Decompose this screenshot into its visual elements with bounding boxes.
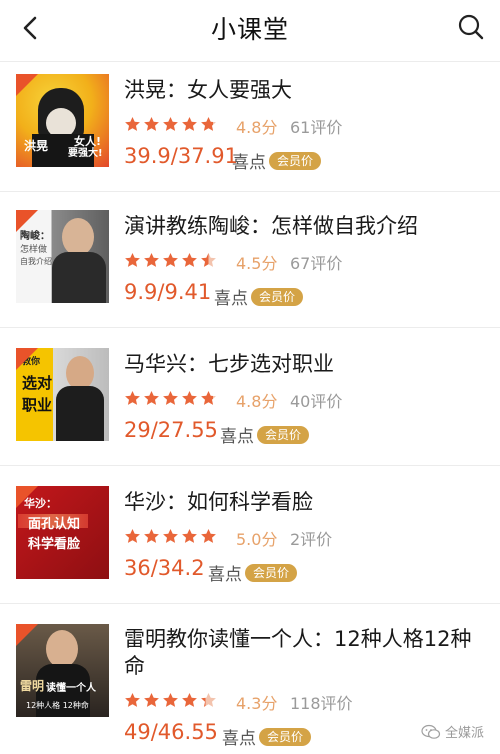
rating-stars [124, 528, 217, 545]
watermark-text: 全媒派 [444, 726, 484, 741]
currency-label: 喜点 [222, 729, 256, 749]
star-icon [182, 693, 197, 707]
course-cover: 教你 选对 职业 [16, 348, 109, 441]
price-tail: 喜点 会员价 [214, 284, 304, 309]
price-tail: 喜点 会员价 [222, 724, 312, 749]
vip-price-badge[interactable]: 会员价 [257, 425, 310, 444]
course-item[interactable]: 女人! 要强大! 洪晃 洪晃：女人要强大 4.8分 61评价 39.9/37.9… [0, 62, 500, 198]
vip-price-badge[interactable]: 会员价 [251, 287, 304, 306]
star-icon [163, 391, 178, 405]
star-icon [144, 529, 159, 543]
course-cover: 华沙： 面孔认知 科学看脸 [16, 486, 109, 579]
course-cover: 雷明 读懂一个人 12种人格 12种命 [16, 624, 109, 717]
star-icon [182, 117, 197, 131]
review-count: 40评价 [290, 392, 343, 411]
top-bar: 小课堂 [0, 0, 500, 56]
row-divider [0, 465, 500, 466]
vip-price-badge[interactable]: 会员价 [245, 563, 298, 582]
course-price: 29/27.55 [124, 418, 218, 442]
course-cover: 陶峻： 怎样做 自我介绍 [16, 210, 109, 303]
back-button[interactable] [14, 12, 46, 44]
review-count: 2评价 [290, 530, 333, 549]
star-icon [201, 529, 216, 543]
currency-label: 喜点 [232, 153, 266, 173]
course-price: 9.9/9.41 [124, 280, 212, 304]
rating-stars [124, 252, 217, 269]
course-title: 华沙：如何科学看脸 [124, 490, 313, 514]
course-cover: 女人! 要强大! 洪晃 [16, 74, 109, 167]
review-count: 118评价 [290, 694, 353, 713]
course-title: 洪晃：女人要强大 [124, 78, 292, 102]
row-divider [0, 191, 500, 192]
star-icon [125, 117, 140, 131]
search-button[interactable] [454, 10, 488, 44]
course-item[interactable]: 教你 选对 职业 马华兴：七步选对职业 4.8分 40评价 29/27.55 喜… [0, 336, 500, 472]
star-icon [144, 391, 159, 405]
course-price: 39.9/37.91 [124, 144, 238, 168]
search-icon [458, 14, 484, 40]
chevron-left-icon [23, 16, 37, 40]
star-icon [125, 529, 140, 543]
course-title: 马华兴：七步选对职业 [124, 352, 334, 376]
price-tail: 喜点 会员价 [220, 422, 310, 447]
star-icon [144, 693, 159, 707]
rating-score: 4.3分 [236, 694, 278, 713]
star-icon [144, 117, 159, 131]
review-count: 67评价 [290, 254, 343, 273]
star-icon [163, 529, 178, 543]
star-icon [125, 253, 140, 267]
star-icon [163, 693, 178, 707]
course-tag-icon [16, 210, 38, 232]
vip-price-badge[interactable]: 会员价 [259, 727, 312, 746]
rating-stars [124, 390, 217, 407]
price-tail: 喜点 会员价 [208, 560, 298, 585]
star-icon [163, 117, 178, 131]
course-tag-icon [16, 348, 38, 370]
rating-score: 4.8分 [236, 392, 278, 411]
star-icon [201, 391, 216, 405]
wechat-icon [421, 724, 441, 739]
star-icon [182, 391, 197, 405]
review-count: 61评价 [290, 118, 343, 137]
star-icon [201, 117, 216, 131]
row-divider [0, 327, 500, 328]
row-divider [0, 603, 500, 604]
star-icon [125, 391, 140, 405]
star-icon [201, 693, 216, 707]
currency-label: 喜点 [220, 427, 254, 447]
star-icon [182, 529, 197, 543]
price-tail: 喜点 会员价 [232, 148, 322, 173]
course-title: 演讲教练陶峻：怎样做自我介绍 [124, 214, 418, 238]
course-tag-icon [16, 74, 38, 96]
rating-score: 4.5分 [236, 254, 278, 273]
star-icon [182, 253, 197, 267]
star-icon [125, 693, 140, 707]
rating-score: 4.8分 [236, 118, 278, 137]
currency-label: 喜点 [214, 289, 248, 309]
course-title: 雷明教你读懂一个人：12种人格12种命 [124, 627, 472, 678]
vip-price-badge[interactable]: 会员价 [269, 151, 322, 170]
course-tag-icon [16, 486, 38, 508]
course-price: 49/46.55 [124, 720, 218, 744]
rating-stars [124, 692, 217, 709]
star-icon [144, 253, 159, 267]
page-title: 小课堂 [210, 15, 289, 44]
course-price: 36/34.2 [124, 556, 205, 580]
course-item[interactable]: 华沙： 面孔认知 科学看脸 华沙：如何科学看脸 5.0分 2评价 36/34.2… [0, 474, 500, 610]
watermark: 全媒派 [421, 722, 484, 741]
rating-score: 5.0分 [236, 530, 278, 549]
currency-label: 喜点 [208, 565, 242, 585]
rating-stars [124, 116, 217, 133]
star-icon [163, 253, 178, 267]
course-item[interactable]: 陶峻： 怎样做 自我介绍 演讲教练陶峻：怎样做自我介绍 4.5分 67评价 9.… [0, 198, 500, 334]
course-tag-icon [16, 624, 38, 646]
star-icon [201, 253, 216, 267]
